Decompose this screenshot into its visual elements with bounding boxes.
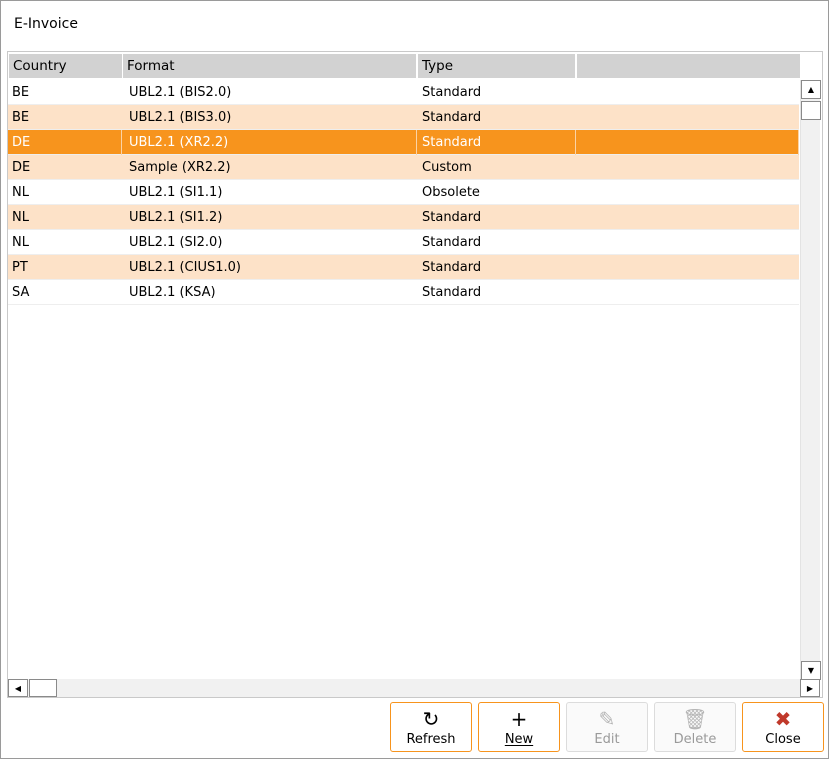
cell-format: UBL2.1 (SI1.2) [129,210,223,225]
delete-button[interactable]: 🗑 Delete [654,702,736,752]
cell-type: Standard [422,85,482,100]
table-row[interactable]: BE UBL2.1 (BIS2.0) Standard [8,80,799,105]
new-button[interactable]: + New [478,702,560,752]
refresh-button[interactable]: ↻ Refresh [390,702,472,752]
column-header-country[interactable]: Country [9,54,122,78]
edit-button[interactable]: ✎ Edit [566,702,648,752]
cell-type: Custom [422,160,472,175]
cell-type: Standard [422,260,482,275]
trash-icon: 🗑 [682,707,708,731]
cell-format: UBL2.1 (BIS3.0) [129,110,232,125]
cell-format: UBL2.1 (XR2.2) [122,130,417,155]
cell-country: DE [12,160,31,175]
scroll-right-icon[interactable]: ▶ [800,679,820,697]
scroll-left-icon[interactable]: ◀ [8,679,28,697]
grid-header: Country Format Type [8,54,800,78]
grid-rows: BE UBL2.1 (BIS2.0) Standard BE UBL2.1 (B… [8,80,799,305]
cell-type: Standard [422,235,482,250]
table-row[interactable]: NL UBL2.1 (SI1.1) Obsolete [8,180,799,205]
cell-empty [576,255,799,280]
pencil-icon: ✎ [598,707,616,731]
x-icon: ✖ [774,707,792,731]
table-row[interactable]: PT UBL2.1 (CIUS1.0) Standard [8,255,799,280]
cell-format: Sample (XR2.2) [129,160,231,175]
table-row[interactable]: BE UBL2.1 (BIS3.0) Standard [8,105,799,130]
scroll-up-icon[interactable]: ▲ [801,80,821,99]
edit-label: Edit [594,732,620,747]
close-button[interactable]: ✖ Close [742,702,824,752]
cell-empty [576,130,799,155]
cell-format: UBL2.1 (BIS2.0) [129,85,232,100]
cell-empty [576,80,799,105]
e-invoice-window: E-Invoice Country Format Type BE UBL2.1 … [0,0,829,759]
cell-format: UBL2.1 (KSA) [129,285,216,300]
cell-type: Standard [417,130,576,155]
cell-country: NL [12,210,29,225]
cell-country: BE [12,85,30,100]
column-header-type[interactable]: Type [418,54,575,78]
table-row[interactable]: NL UBL2.1 (SI1.2) Standard [8,205,799,230]
refresh-label: Refresh [406,732,456,747]
scroll-down-icon[interactable]: ▼ [801,661,821,680]
cell-empty [576,205,799,230]
cell-format: UBL2.1 (CIUS1.0) [129,260,241,275]
table-row[interactable]: NL UBL2.1 (SI2.0) Standard [8,230,799,255]
table-row[interactable]: SA UBL2.1 (KSA) Standard [8,280,799,305]
vertical-scroll-thumb[interactable] [801,101,821,120]
horizontal-scrollbar[interactable]: ◀ ▶ [8,679,820,697]
cell-type: Obsolete [422,185,480,200]
refresh-icon: ↻ [422,707,440,731]
column-header-empty [577,54,800,78]
cell-empty [576,230,799,255]
cell-empty [576,180,799,205]
cell-type: Standard [422,285,482,300]
delete-label: Delete [673,732,717,747]
table-row[interactable]: DE Sample (XR2.2) Custom [8,155,799,180]
formats-grid: Country Format Type BE UBL2.1 (BIS2.0) S… [7,51,823,698]
cell-format: UBL2.1 (SI2.0) [129,235,223,250]
cell-type: Standard [422,210,482,225]
cell-type: Standard [422,110,482,125]
cell-empty [576,280,799,305]
new-label: New [504,732,534,747]
cell-empty [576,105,799,130]
horizontal-scroll-thumb[interactable] [29,679,57,697]
cell-country: BE [12,110,30,125]
window-title: E-Invoice [14,16,78,32]
vertical-scrollbar[interactable]: ▲ ▼ [800,80,821,680]
cell-format: UBL2.1 (SI1.1) [129,185,223,200]
cell-country: SA [12,285,30,300]
column-header-format[interactable]: Format [123,54,416,78]
button-toolbar: ↻ Refresh + New ✎ Edit 🗑 Delete ✖ Close [1,700,829,759]
cell-country: NL [12,235,29,250]
cell-country: DE [8,130,122,155]
plus-icon: + [510,707,528,731]
cell-country: PT [12,260,28,275]
cell-country: NL [12,185,29,200]
close-label: Close [765,732,801,747]
table-row-selected[interactable]: DE UBL2.1 (XR2.2) Standard [8,130,799,155]
cell-empty [576,155,799,180]
